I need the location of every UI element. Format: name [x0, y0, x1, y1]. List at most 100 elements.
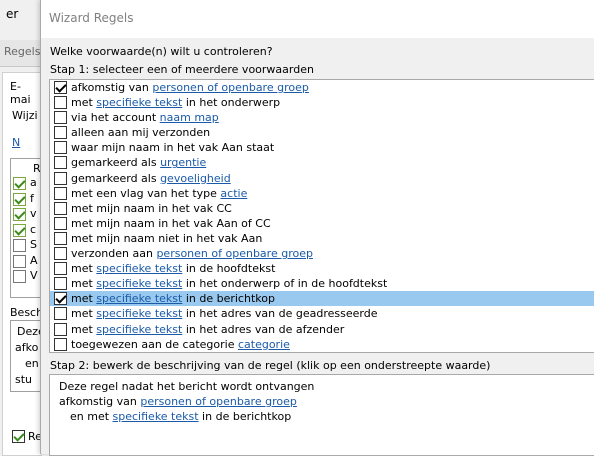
condition-value-link[interactable]: naam map: [160, 111, 219, 124]
condition-row[interactable]: met specifieke tekst in het onderwerp of…: [50, 276, 594, 291]
condition-text-suffix: in het adres van de geadresseerde: [182, 307, 378, 321]
condition-row[interactable]: toegewezen aan de categorie categorie: [50, 337, 594, 352]
rules-wizard-dialog: Wizard Regels Welke voorwaarde(n) wilt u…: [40, 0, 594, 456]
dialog-title: Wizard Regels: [49, 11, 134, 25]
condition-checkbox[interactable]: [54, 156, 67, 170]
condition-checkbox[interactable]: [54, 186, 67, 200]
condition-text: met: [71, 307, 97, 321]
background-window-title: er: [6, 7, 19, 21]
condition-text-suffix: in het onderwerp: [182, 96, 281, 110]
background-rule-row[interactable]: c: [13, 223, 39, 238]
condition-row[interactable]: met mijn naam in het vak Aan of CC: [50, 216, 594, 231]
condition-text: met: [71, 96, 97, 110]
background-rule-name: S: [30, 238, 37, 251]
condition-checkbox[interactable]: [54, 96, 67, 110]
condition-checkbox[interactable]: [54, 337, 67, 351]
condition-row[interactable]: via het account naam map: [50, 110, 594, 125]
conditions-list[interactable]: afkomstig van personen of openbare groep…: [49, 79, 594, 353]
condition-row[interactable]: met mijn naam in het vak CC: [50, 201, 594, 216]
condition-value-link[interactable]: specifieke tekst: [96, 262, 182, 275]
background-window: er Regels E-mai Wijzi N R afvcSAV Besch …: [0, 0, 45, 456]
condition-text: met: [71, 262, 97, 276]
condition-checkbox[interactable]: [54, 262, 67, 276]
condition-row[interactable]: met specifieke tekst in de berichtkop: [50, 291, 594, 307]
background-rule-row[interactable]: v: [13, 207, 39, 222]
condition-checkbox[interactable]: [54, 231, 67, 245]
background-rule-checkbox[interactable]: [13, 239, 26, 252]
description-line-3-suffix: in de berichtkop: [198, 410, 292, 423]
step1-label: Stap 1: selecteer een of meerdere voorwa…: [50, 63, 314, 76]
rule-description-box: Deze regel nadat het bericht wordt ontva…: [49, 374, 594, 456]
condition-row[interactable]: met specifieke tekst in de hoofdtekst: [50, 261, 594, 276]
condition-row[interactable]: verzonden aan personen of openbare groep: [50, 246, 594, 261]
background-rule-row[interactable]: f: [13, 192, 39, 207]
condition-row[interactable]: afkomstig van personen of openbare groep: [50, 80, 594, 95]
description-line-3-text: en met: [70, 410, 113, 423]
condition-checkbox[interactable]: [54, 277, 67, 291]
background-desc-line: stu: [15, 373, 33, 386]
background-rule-checkbox[interactable]: [13, 192, 26, 206]
background-section-label: E-mai: [10, 80, 31, 106]
title-bar[interactable]: Wizard Regels: [41, 0, 594, 38]
condition-text-suffix: in het onderwerp of in de hoofdtekst: [182, 277, 388, 291]
background-rule-checkbox[interactable]: [13, 254, 26, 268]
condition-value-link[interactable]: specifieke tekst: [96, 323, 182, 336]
background-rule-checkbox[interactable]: [13, 208, 26, 221]
condition-value-link[interactable]: personen of openbare groep: [156, 247, 313, 260]
condition-row[interactable]: waar mijn naam in het vak Aan staat: [50, 140, 594, 155]
condition-row[interactable]: met specifieke tekst in het adres van de…: [50, 306, 594, 321]
condition-text: met: [71, 322, 97, 336]
condition-checkbox[interactable]: [54, 292, 67, 306]
background-rule-name: A: [30, 253, 38, 267]
background-rule-name: v: [30, 207, 37, 220]
condition-text-suffix: in het adres van de afzender: [182, 322, 345, 336]
condition-text: met mijn naam in het vak CC: [71, 201, 232, 215]
background-bottom-checkbox[interactable]: [12, 430, 25, 443]
condition-text: verzonden aan: [71, 247, 157, 261]
condition-row[interactable]: gemarkeerd als gevoeligheid: [50, 171, 594, 186]
condition-value-link[interactable]: urgentie: [160, 156, 206, 169]
condition-row[interactable]: met een vlag van het type actie: [50, 186, 594, 201]
condition-value-link[interactable]: gevoeligheid: [160, 172, 231, 185]
condition-value-link[interactable]: categorie: [238, 338, 290, 351]
condition-row[interactable]: met mijn naam niet in het vak Aan: [50, 231, 594, 246]
background-tab-rules[interactable]: Regels: [4, 45, 40, 58]
background-rule-row[interactable]: a: [13, 176, 39, 191]
condition-value-link[interactable]: specifieke tekst: [96, 292, 182, 305]
condition-checkbox[interactable]: [54, 247, 67, 261]
background-desc-line: en: [25, 357, 39, 370]
condition-text-suffix: in de berichtkop: [182, 292, 275, 306]
condition-row[interactable]: alleen aan mij verzonden: [50, 125, 594, 140]
background-rule-name: c: [30, 222, 37, 236]
condition-text: afkomstig van: [71, 81, 153, 94]
condition-value-link[interactable]: specifieke tekst: [96, 307, 182, 320]
condition-text: toegewezen aan de categorie: [71, 337, 238, 351]
background-rule-row[interactable]: S: [13, 238, 39, 253]
background-rule-row[interactable]: A: [13, 254, 39, 269]
background-rules-list: R afvcSAV: [10, 158, 42, 298]
background-rule-row[interactable]: V: [13, 269, 39, 284]
background-rule-checkbox[interactable]: [13, 223, 26, 237]
condition-value-link[interactable]: specifieke tekst: [96, 277, 182, 290]
condition-value-link[interactable]: specifieke tekst: [96, 96, 182, 109]
condition-text: gemarkeerd als: [71, 171, 161, 185]
condition-checkbox[interactable]: [54, 81, 67, 94]
condition-checkbox[interactable]: [54, 171, 67, 185]
condition-row[interactable]: met specifieke tekst in het adres van de…: [50, 322, 594, 337]
condition-checkbox[interactable]: [54, 111, 67, 125]
condition-checkbox[interactable]: [54, 307, 67, 321]
background-rule-checkbox[interactable]: [13, 177, 26, 190]
condition-value-link[interactable]: actie: [220, 187, 247, 200]
condition-row[interactable]: met specifieke tekst in het onderwerp: [50, 95, 594, 110]
condition-checkbox[interactable]: [54, 126, 67, 140]
condition-checkbox[interactable]: [54, 141, 67, 155]
condition-checkbox[interactable]: [54, 322, 67, 336]
condition-checkbox[interactable]: [54, 201, 67, 215]
people-or-public-group-link[interactable]: personen of openbare groep: [140, 395, 297, 408]
background-rule-checkbox[interactable]: [13, 270, 26, 283]
condition-row[interactable]: gemarkeerd als urgentie: [50, 155, 594, 170]
background-new-rule-button[interactable]: N: [12, 136, 20, 149]
condition-checkbox[interactable]: [54, 216, 67, 230]
specific-text-link[interactable]: specifieke tekst: [113, 410, 199, 423]
condition-value-link[interactable]: personen of openbare groep: [152, 81, 309, 94]
